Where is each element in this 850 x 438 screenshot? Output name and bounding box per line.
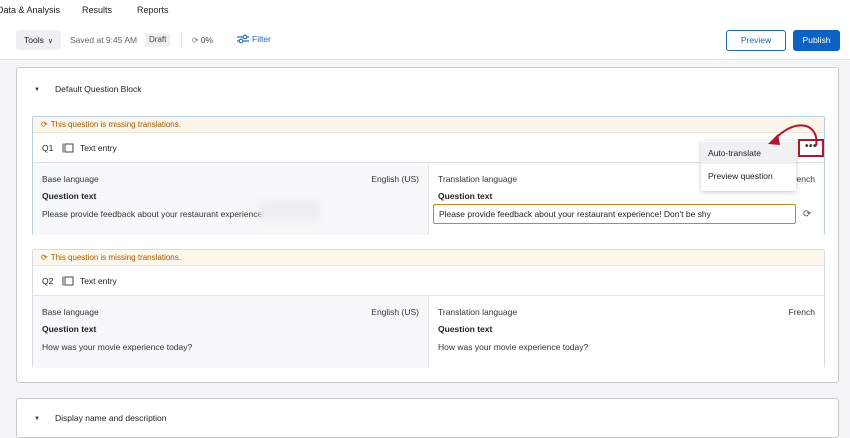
missing-translation-warning: ⟳ This question is missing translations. [33,250,824,266]
base-language-name: English (US) [371,307,419,317]
divider [181,32,182,48]
base-question-text: Please provide feedback about your resta… [42,209,265,219]
translate-sync-icon[interactable]: ⟳ [803,209,811,220]
tools-label: Tools [24,35,44,45]
top-nav: Data & Analysis Results Reports [0,0,850,20]
filter-label: Filter [252,34,271,44]
text-entry-icon [62,135,74,165]
question-type: Text entry [79,143,117,153]
base-language-name: English (US) [371,174,419,184]
tab-reports[interactable]: Reports [137,5,169,15]
question-number: Q2 [42,276,54,286]
menu-item-preview-question[interactable]: Preview question [701,165,796,187]
warning-text: This question is missing translations. [50,120,181,129]
annotation-arrow-icon [768,124,818,147]
question-block-display-name: ▼ Display name and description [16,398,839,438]
filter-button[interactable]: Filter [237,34,271,44]
progress-indicator: ⟳ 0% [192,35,213,45]
question-header: Q2 Text entry [33,266,824,296]
preview-button[interactable]: Preview [726,30,786,51]
question-text-label: Question text [42,191,97,201]
sync-warning-icon: ⟳ [41,120,48,129]
block-title: Default Question Block [55,84,142,94]
question-number: Q1 [42,143,54,153]
question-type: Text entry [79,276,117,286]
tools-button[interactable]: Tools ∨ [16,30,61,50]
caret-down-icon[interactable]: ▼ [34,87,40,93]
question-text-label: Question text [42,324,97,334]
tab-data-analysis[interactable]: Data & Analysis [0,5,60,15]
block-title: Display name and description [55,413,167,423]
caret-down-icon[interactable]: ▼ [34,416,40,422]
base-question-text: How was your movie experience today? [42,342,193,352]
translation-question-text-label: Question text [438,324,493,334]
sync-icon: ⟳ [192,36,199,45]
sync-warning-icon: ⟳ [41,253,48,262]
toolbar: Tools ∨ Saved at 9:45 AM Draft ⟳ 0% Filter… [0,20,850,60]
translation-question-text[interactable]: How was your movie experience today? [438,342,588,352]
base-language-label: Base language [42,174,99,184]
translation-panel: Translation language French Question tex… [429,296,824,368]
tab-results[interactable]: Results [82,5,112,15]
progress-text: 0% [200,35,213,45]
chevron-down-icon: ∨ [47,38,53,45]
base-language-panel: Base language English (US) Question text… [33,296,429,368]
translation-language-label: Translation language [438,174,518,184]
draft-badge: Draft [145,33,171,47]
filter-icon [237,34,249,44]
translation-question-text-label: Question text [438,191,493,201]
translation-language-label: Translation language [438,307,518,317]
saved-status: Saved at 9:45 AM [70,35,138,45]
base-language-label: Base language [42,307,99,317]
translation-language-name: French [788,307,815,317]
publish-button[interactable]: Publish [793,30,840,51]
redacted-area [260,201,320,221]
base-language-panel: Base language English (US) Question text… [33,163,429,235]
text-entry-icon [62,268,74,298]
translation-input[interactable]: Please provide feedback about your resta… [433,204,796,224]
missing-translation-warning: ⟳ This question is missing translations. [33,117,824,133]
question-card-q2: ⟳ This question is missing translations. … [32,249,825,368]
warning-text: This question is missing translations. [50,253,181,262]
